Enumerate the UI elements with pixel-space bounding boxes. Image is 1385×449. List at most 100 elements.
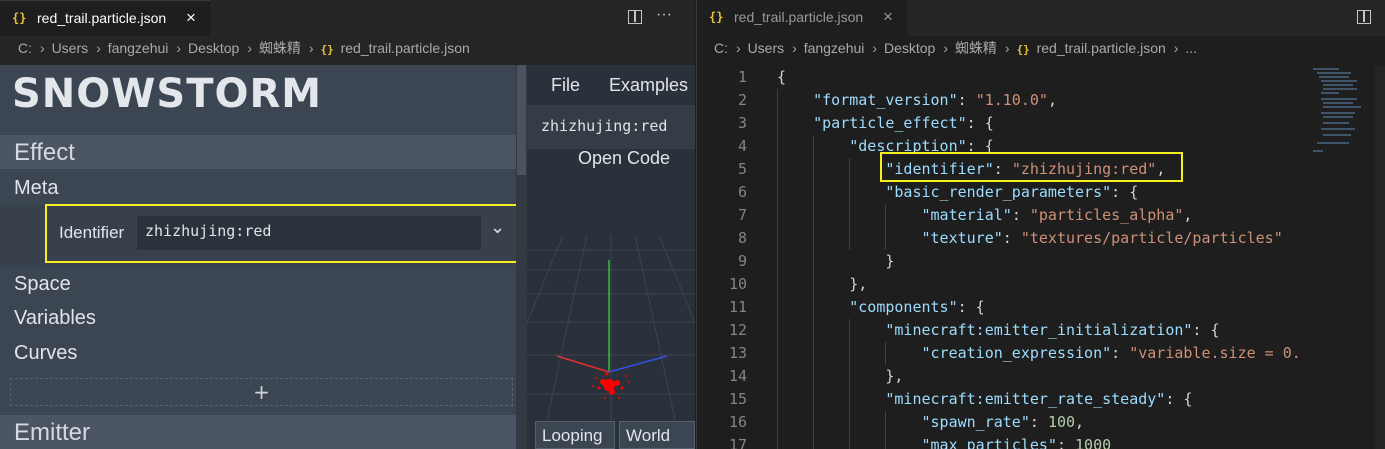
- looping-button[interactable]: Looping: [535, 421, 615, 449]
- minimap[interactable]: [1309, 66, 1369, 156]
- code-line[interactable]: 10 },: [697, 275, 1385, 298]
- code-line[interactable]: 12 "minecraft:emitter_initialization": {: [697, 321, 1385, 344]
- menu-examples[interactable]: Examples: [609, 75, 688, 96]
- identifier-input[interactable]: zhizhujing:red: [137, 216, 481, 250]
- json-key: "spawn_rate": [921, 413, 1030, 431]
- json-punctuation: : {: [1192, 321, 1220, 339]
- line-number: 6: [737, 183, 747, 201]
- preview-panel: File Examples zhizhujing:red Open Code L…: [527, 65, 695, 449]
- json-key: "format_version": [813, 91, 958, 109]
- snowstorm-logo: SNOWSTORM: [12, 71, 323, 117]
- open-code-button[interactable]: Open Code: [578, 148, 670, 169]
- breadcrumb-item[interactable]: red_trail.particle.json: [341, 40, 470, 56]
- code-text: "minecraft:emitter_initialization": {: [777, 321, 1220, 339]
- tab-red-trail-left[interactable]: {} red_trail.particle.json ×: [0, 0, 210, 36]
- breadcrumb-item[interactable]: fangzehui: [108, 40, 169, 56]
- split-editor-icon[interactable]: [628, 10, 642, 24]
- line-number: 5: [737, 160, 747, 178]
- json-key: "particle_effect": [813, 114, 967, 132]
- code-line[interactable]: 6 "basic_render_parameters": {: [697, 183, 1385, 206]
- breadcrumb-item[interactable]: Desktop: [188, 40, 239, 56]
- tab-label: red_trail.particle.json: [734, 9, 864, 25]
- code-text: "basic_render_parameters": {: [777, 183, 1138, 201]
- line-number: 8: [737, 229, 747, 247]
- particle-viewport[interactable]: [527, 190, 695, 420]
- world-button[interactable]: World: [619, 421, 695, 449]
- axis-x: [556, 355, 610, 373]
- breadcrumb-item[interactable]: 蜘蛛精: [259, 40, 301, 56]
- sidebar-scroll-thumb[interactable]: [517, 65, 526, 175]
- code-text: },: [777, 275, 867, 293]
- code-text: "particle_effect": {: [777, 114, 994, 132]
- code-line[interactable]: 3 "particle_effect": {: [697, 114, 1385, 137]
- json-punctuation: :: [1056, 436, 1076, 449]
- code-line[interactable]: 16 "spawn_rate": 100,: [697, 413, 1385, 436]
- json-string: "textures/particle/particles": [1020, 229, 1283, 247]
- line-number: 15: [728, 390, 747, 408]
- subsection-curves[interactable]: Curves: [14, 342, 77, 365]
- breadcrumb-item[interactable]: Users: [52, 40, 89, 56]
- code-text: },: [777, 367, 903, 385]
- code-text: "components": {: [777, 298, 985, 316]
- code-line[interactable]: 14 },: [697, 367, 1385, 390]
- breadcrumb-item[interactable]: Users: [748, 40, 785, 56]
- line-number: 7: [737, 206, 747, 224]
- code-line[interactable]: 11 "components": {: [697, 298, 1385, 321]
- preview-title-bar: zhizhujing:red: [527, 105, 695, 149]
- editor-scrollbar[interactable]: [1375, 66, 1385, 449]
- tab-label: red_trail.particle.json: [37, 10, 167, 26]
- subsection-variables[interactable]: Variables: [14, 307, 96, 330]
- breadcrumb-item[interactable]: 蜘蛛精: [955, 40, 997, 56]
- code-text: "texture": "textures/particle/particles": [777, 229, 1283, 247]
- json-punctuation: {: [777, 68, 787, 86]
- line-number: 16: [728, 413, 747, 431]
- close-icon[interactable]: ×: [883, 7, 893, 27]
- line-number: 10: [728, 275, 747, 293]
- code-line[interactable]: 15 "minecraft:emitter_rate_steady": {: [697, 390, 1385, 413]
- line-number: 2: [737, 91, 747, 109]
- section-emitter-label: Emitter: [14, 419, 91, 446]
- close-icon[interactable]: ×: [186, 8, 196, 28]
- code-line[interactable]: 7 "material": "particles_alpha",: [697, 206, 1385, 229]
- breadcrumb-item[interactable]: C:: [714, 40, 728, 56]
- json-key: "basic_render_parameters": [885, 183, 1112, 201]
- tab-red-trail-right[interactable]: {} red_trail.particle.json ×: [697, 0, 907, 36]
- breadcrumb-item[interactable]: red_trail.particle.json: [1037, 40, 1166, 56]
- breadcrumb-item[interactable]: ...: [1185, 40, 1197, 56]
- json-punctuation: }: [777, 252, 895, 270]
- subsection-space[interactable]: Space: [14, 273, 71, 296]
- section-emitter[interactable]: Emitter: [0, 415, 516, 449]
- line-number: 3: [737, 114, 747, 132]
- split-editor-icon[interactable]: [1357, 10, 1371, 24]
- code-line[interactable]: 2 "format_version": "1.10.0",: [697, 91, 1385, 114]
- subsection-meta[interactable]: Meta: [14, 177, 58, 200]
- line-number: 9: [737, 252, 747, 270]
- more-actions-icon[interactable]: ···: [656, 6, 672, 24]
- json-punctuation: ,: [1047, 91, 1057, 109]
- code-line[interactable]: 9 }: [697, 252, 1385, 275]
- breadcrumb-item[interactable]: Desktop: [884, 40, 935, 56]
- json-key: "components": [849, 298, 958, 316]
- left-editor-pane: {} red_trail.particle.json × ··· C: › Use…: [0, 0, 695, 449]
- left-tab-bar: {} red_trail.particle.json × ···: [0, 0, 695, 36]
- code-line[interactable]: 8 "texture": "textures/particle/particle…: [697, 229, 1385, 252]
- right-editor-pane: {} red_trail.particle.json × C: › Users › …: [696, 0, 1385, 449]
- breadcrumb-item[interactable]: C:: [18, 40, 32, 56]
- json-punctuation: [777, 321, 885, 339]
- json-punctuation: : {: [957, 298, 985, 316]
- json-braces-icon: {}: [320, 43, 334, 56]
- menu-file[interactable]: File: [551, 75, 580, 96]
- code-text: "minecraft:emitter_rate_steady": {: [777, 390, 1192, 408]
- json-punctuation: [777, 298, 849, 316]
- add-section-button[interactable]: +: [10, 378, 513, 406]
- line-number: 11: [728, 298, 747, 316]
- breadcrumb-item[interactable]: fangzehui: [804, 40, 865, 56]
- code-line[interactable]: 17 "max_particles": 1000: [697, 436, 1385, 449]
- code-line[interactable]: 1{: [697, 68, 1385, 91]
- snowstorm-app: SNOWSTORM Effect Meta Identifier zhizhuj…: [0, 65, 695, 449]
- code-text: "spawn_rate": 100,: [777, 413, 1085, 431]
- json-punctuation: [777, 206, 922, 224]
- code-line[interactable]: 13 "creation_expression": "variable.size…: [697, 344, 1385, 367]
- chevron-down-icon[interactable]: ⌄: [490, 217, 505, 238]
- section-effect[interactable]: Effect: [0, 135, 516, 169]
